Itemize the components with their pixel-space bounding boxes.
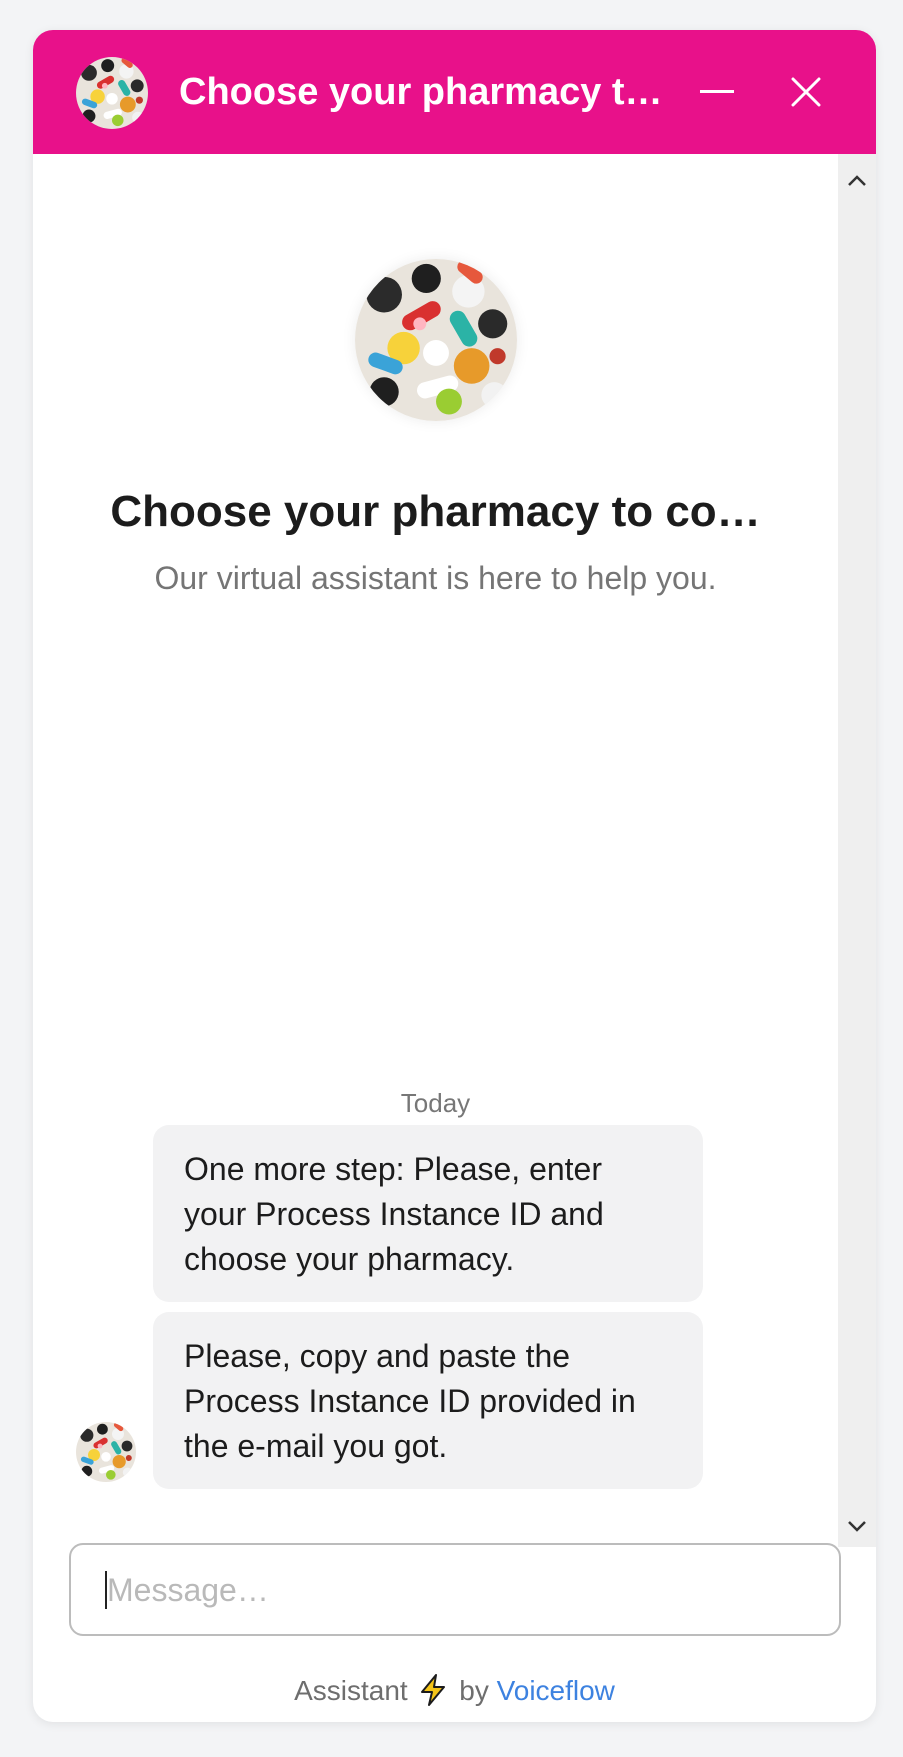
assistant-message: One more step: Please, enter your Proces… — [153, 1125, 703, 1302]
message-composer[interactable] — [69, 1543, 841, 1636]
hero-title: Choose your pharmacy to co… — [110, 487, 761, 536]
scroll-down-button[interactable] — [838, 1511, 876, 1541]
day-separator: Today — [400, 1088, 471, 1118]
footer-by: by — [459, 1675, 489, 1706]
message-input[interactable] — [105, 1545, 809, 1636]
chat-widget: Choose your pharmacy t… Choose your phar… — [33, 30, 876, 1722]
assistant-message: Please, copy and paste the Process Insta… — [153, 1312, 703, 1489]
close-icon — [791, 77, 821, 107]
powered-by-footer: Assistant by Voiceflow — [33, 1674, 876, 1713]
minimize-icon — [700, 90, 734, 93]
scrollbar[interactable] — [838, 154, 876, 1547]
scroll-up-button[interactable] — [838, 166, 876, 196]
close-button[interactable] — [776, 62, 836, 122]
text-caret — [105, 1571, 107, 1609]
header-title: Choose your pharmacy t… — [179, 71, 663, 113]
footer-prefix: Assistant — [294, 1675, 408, 1706]
hero-subtitle: Our virtual assistant is here to help yo… — [154, 560, 717, 596]
lightning-bolt-icon — [419, 1674, 447, 1713]
voiceflow-link[interactable]: Voiceflow — [497, 1675, 615, 1706]
assistant-hero-avatar — [355, 259, 517, 421]
chevron-down-icon — [848, 1521, 866, 1532]
chevron-up-icon — [848, 175, 866, 186]
assistant-message-avatar — [76, 1422, 136, 1482]
minimize-button[interactable] — [687, 62, 747, 122]
chat-header: Choose your pharmacy t… — [33, 30, 876, 154]
pills-avatar-icon — [76, 57, 148, 129]
